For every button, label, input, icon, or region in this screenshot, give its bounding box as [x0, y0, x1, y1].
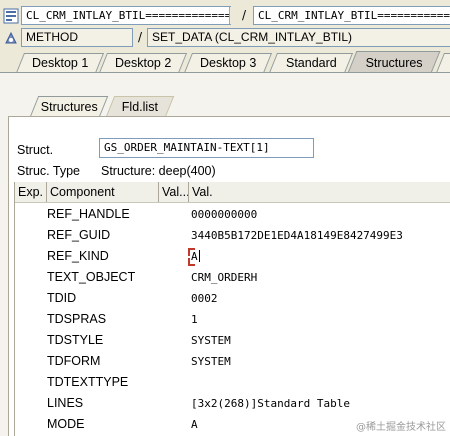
header-val-short[interactable]: Val...: [159, 182, 189, 202]
struct-type-value: Structure: deep(400): [101, 164, 216, 178]
subtab-label: Fld.list: [121, 100, 158, 114]
component-name: MODE: [47, 417, 85, 431]
struct-label: Struct.: [17, 143, 54, 157]
component-name: TDSTYLE: [47, 333, 104, 347]
tab-structures[interactable]: Structures: [347, 51, 441, 73]
component-value[interactable]: 3440B5B172DE1ED4A18149E8427499E3: [191, 225, 403, 246]
struct-input[interactable]: GS_ORDER_MAINTAIN-TEXT[1]: [99, 138, 314, 158]
tab-label: Desktop 3: [199, 56, 257, 70]
tab-desktop-1[interactable]: Desktop 1: [15, 53, 105, 73]
tab-label: Desktop 1: [31, 56, 89, 70]
tab-desktop-3[interactable]: Desktop 3: [183, 53, 273, 73]
grid-header: Exp. Component Val... Val.: [15, 182, 450, 203]
watermark: @稀土掘金技术社区: [356, 422, 446, 433]
component-name: REF_HANDLE: [47, 207, 130, 221]
tab-desktop-2[interactable]: Desktop 2: [98, 53, 188, 73]
event-name-field[interactable]: SET_DATA (CL_CRM_INTLAY_BTIL): [147, 28, 450, 47]
component-name: LINES: [47, 396, 84, 410]
component-value[interactable]: 0000000000: [191, 204, 257, 225]
table-row[interactable]: TEXT_OBJECT CRM_ORDERH: [15, 267, 450, 288]
component-name: TDID: [47, 291, 77, 305]
component-grid: Exp. Component Val... Val. REF_HANDLE 00…: [14, 182, 450, 436]
component-name: TEXT_OBJECT: [47, 270, 136, 284]
row2-separator: /: [138, 30, 143, 44]
header-component[interactable]: Component: [47, 182, 159, 202]
editing-text: A: [191, 250, 198, 263]
include-name-field[interactable]: CL_CRM_INTLAY_BTIL==============: [253, 6, 450, 25]
table-row[interactable]: TDSTYLE SYSTEM: [15, 330, 450, 351]
component-value[interactable]: 0002: [191, 288, 218, 309]
component-value[interactable]: CRM_ORDERH: [191, 267, 257, 288]
table-row[interactable]: REF_KIND A: [15, 246, 450, 267]
component-value[interactable]: SYSTEM: [191, 351, 231, 372]
table-row[interactable]: TDSPRAS 1: [15, 309, 450, 330]
component-name: TDFORM: [47, 354, 101, 368]
header-exp[interactable]: Exp.: [15, 182, 47, 202]
component-value[interactable]: [3x2(268)]Standard Table: [191, 393, 350, 414]
table-row[interactable]: REF_GUID 3440B5B172DE1ED4A18149E8427499E…: [15, 225, 450, 246]
component-value[interactable]: SYSTEM: [191, 330, 231, 351]
class-icon: [3, 8, 19, 24]
tab-label: Structures: [365, 56, 423, 70]
event-type-field[interactable]: METHOD: [21, 28, 133, 47]
program-name-field[interactable]: CL_CRM_INTLAY_BTIL=============: [21, 6, 231, 25]
text-cursor: [198, 250, 200, 262]
subtab-structures[interactable]: Structures: [29, 96, 109, 117]
row1-separator: /: [242, 8, 247, 22]
component-value[interactable]: 1: [191, 309, 198, 330]
table-row[interactable]: TDFORM SYSTEM: [15, 351, 450, 372]
tab-label: Standard: [285, 56, 337, 70]
header-val[interactable]: Val.: [189, 182, 450, 202]
table-row[interactable]: LINES [3x2(268)]Standard Table: [15, 393, 450, 414]
table-row[interactable]: REF_HANDLE 0000000000: [15, 204, 450, 225]
table-row[interactable]: TDTEXTTYPE: [15, 372, 450, 393]
component-name: TDSPRAS: [47, 312, 107, 326]
method-icon: [5, 31, 17, 44]
table-row[interactable]: TDID 0002: [15, 288, 450, 309]
component-name: REF_GUID: [47, 228, 111, 242]
tab-standard[interactable]: Standard: [268, 53, 354, 73]
subtab-label: Structures: [40, 100, 98, 114]
component-value[interactable]: A: [191, 414, 198, 435]
tab-label: Desktop 2: [114, 56, 172, 70]
component-value-editing[interactable]: A: [191, 246, 200, 267]
struct-type-label: Struc. Type: [17, 164, 80, 178]
component-name: REF_KIND: [47, 249, 109, 263]
main-tab-strip: Desktop 1 Desktop 2 Desktop 3 Standard S…: [0, 51, 450, 73]
subtab-field-list[interactable]: Fld.list: [105, 96, 175, 117]
program-dropdown[interactable]: [229, 7, 238, 24]
component-name: TDTEXTTYPE: [47, 375, 129, 389]
